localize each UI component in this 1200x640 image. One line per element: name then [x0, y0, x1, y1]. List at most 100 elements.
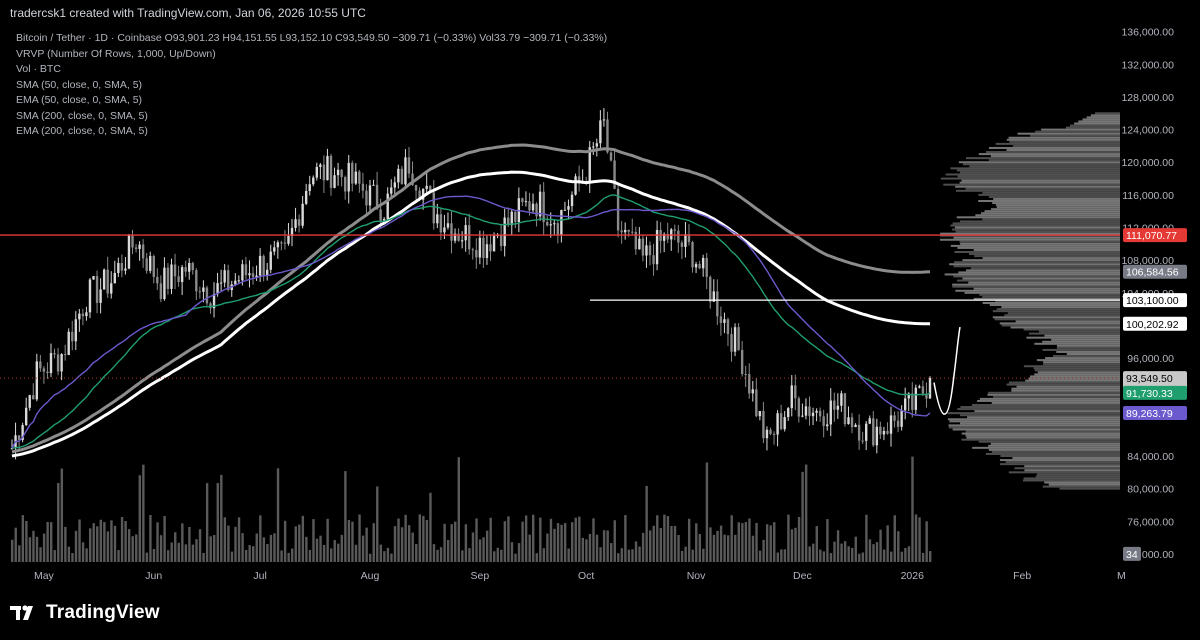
volume-profile-row: [1090, 114, 1120, 117]
volume-bar: [124, 521, 127, 562]
volume-bar: [103, 522, 106, 562]
time-tick-label: 2026: [901, 570, 925, 582]
candle-body: [886, 431, 889, 434]
candle-body: [698, 264, 701, 269]
volume-profile-row: [993, 197, 1120, 200]
candle-body: [850, 417, 854, 428]
volume-bar: [581, 537, 585, 562]
candle-body: [652, 255, 655, 265]
candle-body: [694, 264, 698, 268]
volume-bar: [780, 549, 783, 562]
candle-body: [134, 247, 138, 249]
price-tick-label: 120,000.00: [1121, 157, 1174, 169]
volume-bar: [337, 543, 340, 562]
volume-bar: [542, 548, 546, 562]
volume-profile-row: [969, 165, 1120, 168]
volume-profile-row: [966, 269, 1120, 272]
volume-profile-row: [1044, 334, 1120, 337]
candle-body: [188, 262, 191, 272]
volume-bar: [836, 530, 840, 562]
volume-profile-row: [959, 171, 1120, 174]
volume-bar: [503, 521, 507, 562]
price-tag: 100,202.92: [1123, 316, 1187, 331]
volume-profile-row: [1033, 367, 1120, 370]
volume-bar: [174, 532, 177, 562]
time-axis[interactable]: May Jun Jul Aug Sep Oct Nov Dec 2026 Feb M: [34, 570, 1126, 582]
candle-body: [776, 413, 779, 435]
volume-bar: [415, 543, 418, 562]
volume-bar: [64, 526, 67, 562]
volume-bar: [85, 548, 88, 562]
volume-profile-row: [1008, 381, 1120, 384]
volume-bar: [624, 515, 627, 562]
candle-body: [198, 291, 202, 293]
volume-bar: [510, 542, 514, 562]
volume-profile-row: [1012, 457, 1120, 460]
price-tag: 34: [1123, 546, 1141, 561]
volume-profile-row: [962, 163, 1120, 166]
volume-profile-row: [940, 177, 1120, 180]
volume-profile-row: [1035, 475, 1120, 478]
time-tick-label: Oct: [578, 570, 594, 582]
candle-body: [818, 410, 822, 417]
volume-bar: [762, 539, 765, 562]
volume-bar: [496, 547, 499, 562]
candle-body: [145, 258, 148, 271]
candle-body: [684, 234, 687, 247]
volume-profile-row: [974, 255, 1120, 258]
candle-body: [354, 171, 358, 184]
candle-body: [81, 313, 85, 317]
volume-bar: [634, 541, 638, 562]
candle-body: [425, 185, 428, 189]
volume-profile-row: [1006, 149, 1120, 151]
volume-profile-row: [959, 240, 1120, 243]
candle-body: [393, 182, 396, 188]
candle-body: [822, 416, 825, 427]
volume-bar: [613, 520, 616, 562]
volume-bar: [326, 518, 329, 562]
volume-bar: [769, 525, 772, 562]
candle-body: [563, 209, 567, 211]
volume-bar: [656, 515, 659, 562]
volume-bar: [921, 552, 925, 562]
candle-body: [304, 191, 308, 204]
volume-bar: [18, 545, 21, 562]
volume-bar: [383, 551, 386, 562]
price-chart[interactable]: 136,000.00 132,000.00 128,000.00 124,000.00…: [0, 0, 1200, 600]
candle-body: [280, 242, 283, 244]
volume-bar: [776, 552, 779, 562]
candle-body: [468, 225, 471, 250]
candle-body: [262, 255, 265, 276]
projection-path-line: [933, 326, 961, 415]
volume-bar: [32, 530, 35, 562]
candle-body: [574, 176, 577, 195]
candle-body: [319, 164, 322, 167]
volume-bar: [890, 551, 893, 562]
candle-body: [794, 385, 797, 399]
volume-bar: [347, 519, 351, 562]
volume-bar: [716, 530, 719, 562]
volume-bar: [698, 534, 702, 562]
volume-profile-row: [982, 302, 1120, 304]
volume-profile-row: [953, 265, 1120, 268]
volume-profile-row: [968, 253, 1120, 256]
volume-bar: [808, 546, 811, 562]
volume-profile-row: [990, 208, 1120, 211]
volume-profile-row: [979, 293, 1120, 296]
candle-body: [343, 177, 347, 192]
candle-body: [71, 331, 74, 342]
volume-bar: [645, 485, 648, 562]
candle-body: [170, 264, 173, 289]
candle-body: [88, 279, 92, 313]
volume-profile-row: [978, 153, 1120, 156]
volume-bar: [294, 526, 297, 562]
volume-bar: [269, 534, 273, 562]
volume-bar: [556, 523, 560, 562]
volume-profile-row: [996, 308, 1120, 311]
volume-bar: [138, 475, 141, 562]
candle-body: [928, 378, 932, 399]
candle-body: [209, 303, 212, 309]
candle-body: [163, 267, 166, 300]
volume-bar: [475, 518, 478, 562]
candle-body: [471, 249, 474, 251]
